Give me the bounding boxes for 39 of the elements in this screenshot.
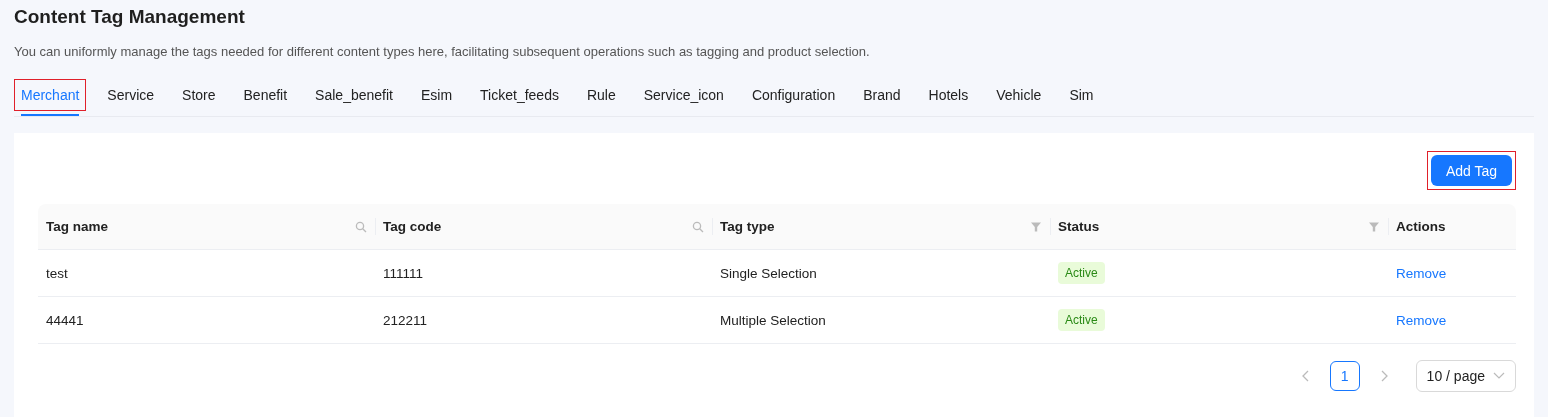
page-description: You can uniformly manage the tags needed for different content types here, facilitating subsequent operations such as tagging and product selection. [14,44,871,59]
tab[interactable]: Ticket_feeds [473,79,566,111]
table-cell: 212211 [383,312,428,328]
tab[interactable]: Rule [579,79,623,111]
tab[interactable]: Service_icon [636,79,731,111]
table-cell: 44441 [46,312,84,328]
column-header: Status [1058,219,1100,234]
tab[interactable]: Sim [1062,79,1101,111]
remove-link[interactable]: Remove [1396,265,1447,281]
tab[interactable]: Merchant [14,79,87,111]
search-icon[interactable] [355,220,367,233]
status-tag: Active [1058,262,1105,284]
tab[interactable]: Esim [413,79,460,111]
remove-link[interactable]: Remove [1396,312,1447,328]
table-cell: 111111 [383,265,424,281]
add-tag-button[interactable]: Add Tag [1430,155,1512,186]
page-number[interactable]: 1 [1329,361,1360,391]
table-cell: Multiple Selection [720,312,826,328]
column-header: Tag code [383,219,442,234]
tab[interactable]: Hotels [921,79,976,111]
tab[interactable]: Service [100,79,162,111]
tab[interactable]: Configuration [744,79,843,111]
tab[interactable]: Vehicle [989,79,1049,111]
chevron-down-icon [1493,372,1505,380]
search-icon[interactable] [692,220,704,233]
table-cell: Single Selection [720,265,817,281]
page-size-select[interactable]: 10 / page [1415,360,1516,392]
column-header: Tag name [46,219,108,234]
tab[interactable]: Store [175,79,223,111]
page-title: Content Tag Management [14,6,246,28]
tab[interactable]: Sale_benefit [308,79,400,111]
tab[interactable]: Brand [856,79,908,111]
table-cell: test [46,265,68,281]
filter-icon[interactable] [1030,220,1042,233]
column-header: Tag type [720,219,775,234]
status-tag: Active [1058,309,1105,331]
column-header: Actions [1396,219,1446,234]
tab[interactable]: Benefit [236,79,295,111]
filter-icon[interactable] [1368,220,1380,233]
